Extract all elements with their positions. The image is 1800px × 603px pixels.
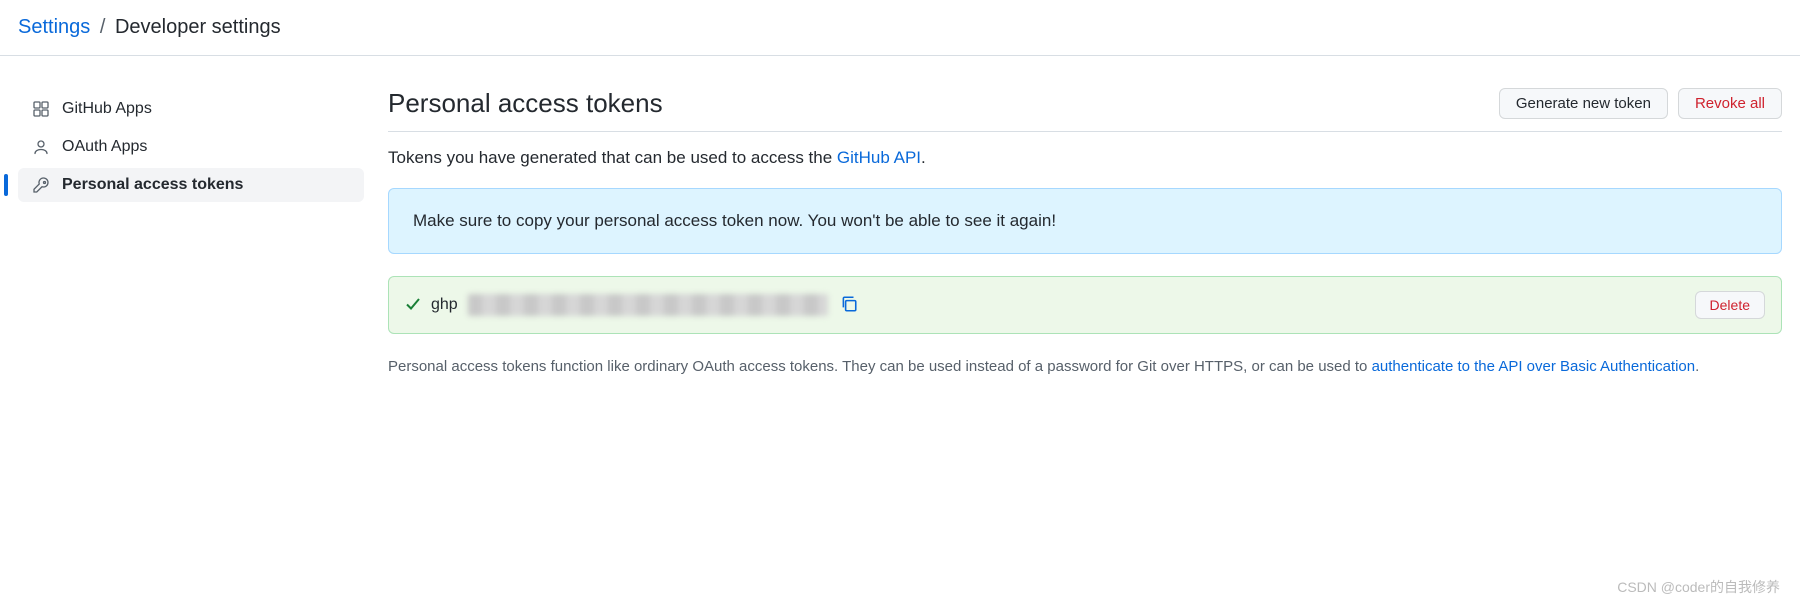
sidebar-item-label: GitHub Apps: [62, 100, 152, 118]
notice-text: Make sure to copy your personal access t…: [413, 211, 1056, 230]
token-prefix: ghp: [431, 296, 458, 314]
copy-token-button[interactable]: [838, 293, 860, 318]
token-value-redacted: [468, 294, 828, 316]
sidebar: GitHub Apps OAuth Apps Personal access t…: [18, 80, 364, 379]
token-row: ghp Delete: [388, 276, 1782, 334]
intro-prefix: Tokens you have generated that can be us…: [388, 148, 837, 167]
sidebar-item-github-apps[interactable]: GitHub Apps: [18, 92, 364, 126]
footer-text: Personal access tokens function like ord…: [388, 356, 1782, 379]
page-title: Personal access tokens: [388, 88, 663, 119]
main-content: Personal access tokens Generate new toke…: [388, 80, 1782, 379]
page-header: Personal access tokens Generate new toke…: [388, 88, 1782, 132]
sidebar-item-personal-access-tokens[interactable]: Personal access tokens: [18, 168, 364, 202]
sidebar-item-oauth-apps[interactable]: OAuth Apps: [18, 130, 364, 164]
sidebar-item-label: OAuth Apps: [62, 138, 147, 156]
sidebar-item-label: Personal access tokens: [62, 176, 243, 194]
breadcrumb: Settings / Developer settings: [0, 0, 1800, 56]
revoke-all-button[interactable]: Revoke all: [1678, 88, 1782, 119]
basic-auth-link[interactable]: authenticate to the API over Basic Authe…: [1372, 358, 1696, 375]
key-icon: [32, 176, 50, 194]
apps-icon: [32, 100, 50, 118]
check-icon: [405, 296, 421, 315]
breadcrumb-parent-link[interactable]: Settings: [18, 16, 90, 38]
intro-text: Tokens you have generated that can be us…: [388, 148, 1782, 168]
github-api-link[interactable]: GitHub API: [837, 148, 921, 167]
footer-prefix: Personal access tokens function like ord…: [388, 358, 1372, 375]
copy-icon: [840, 295, 858, 316]
breadcrumb-separator: /: [100, 16, 106, 38]
breadcrumb-current: Developer settings: [115, 16, 281, 38]
generate-new-token-button[interactable]: Generate new token: [1499, 88, 1668, 119]
watermark: CSDN @coder的自我修养: [1617, 577, 1780, 597]
footer-suffix: .: [1695, 358, 1699, 375]
header-actions: Generate new token Revoke all: [1499, 88, 1782, 119]
person-icon: [32, 138, 50, 156]
intro-suffix: .: [921, 148, 926, 167]
copy-token-notice: Make sure to copy your personal access t…: [388, 188, 1782, 254]
delete-token-button[interactable]: Delete: [1695, 291, 1765, 319]
